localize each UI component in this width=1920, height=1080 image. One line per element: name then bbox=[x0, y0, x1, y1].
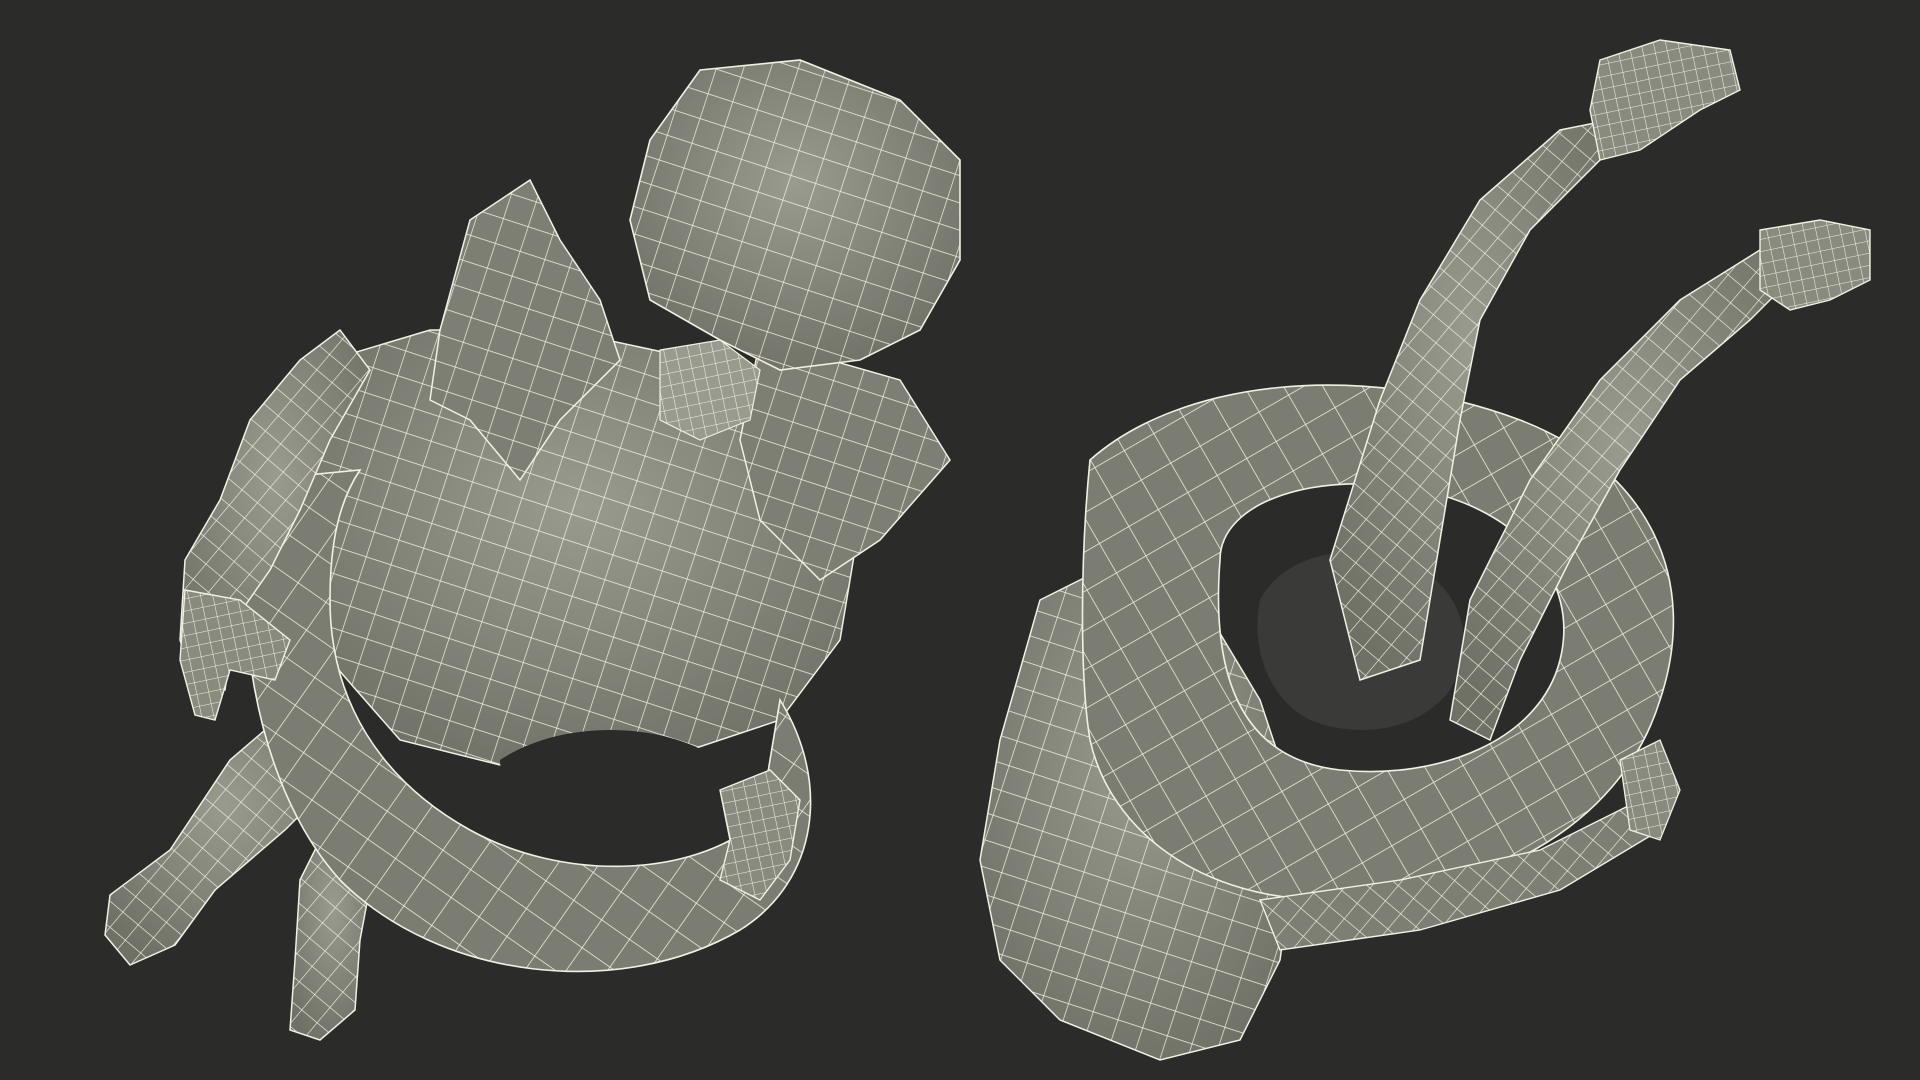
figure-bottom-view bbox=[979, 39, 1871, 1061]
wireframe-render bbox=[0, 0, 1920, 1080]
figure-top-view bbox=[104, 59, 961, 1041]
scene-svg bbox=[104, 39, 1871, 1061]
viewport-canvas bbox=[0, 0, 1920, 1080]
